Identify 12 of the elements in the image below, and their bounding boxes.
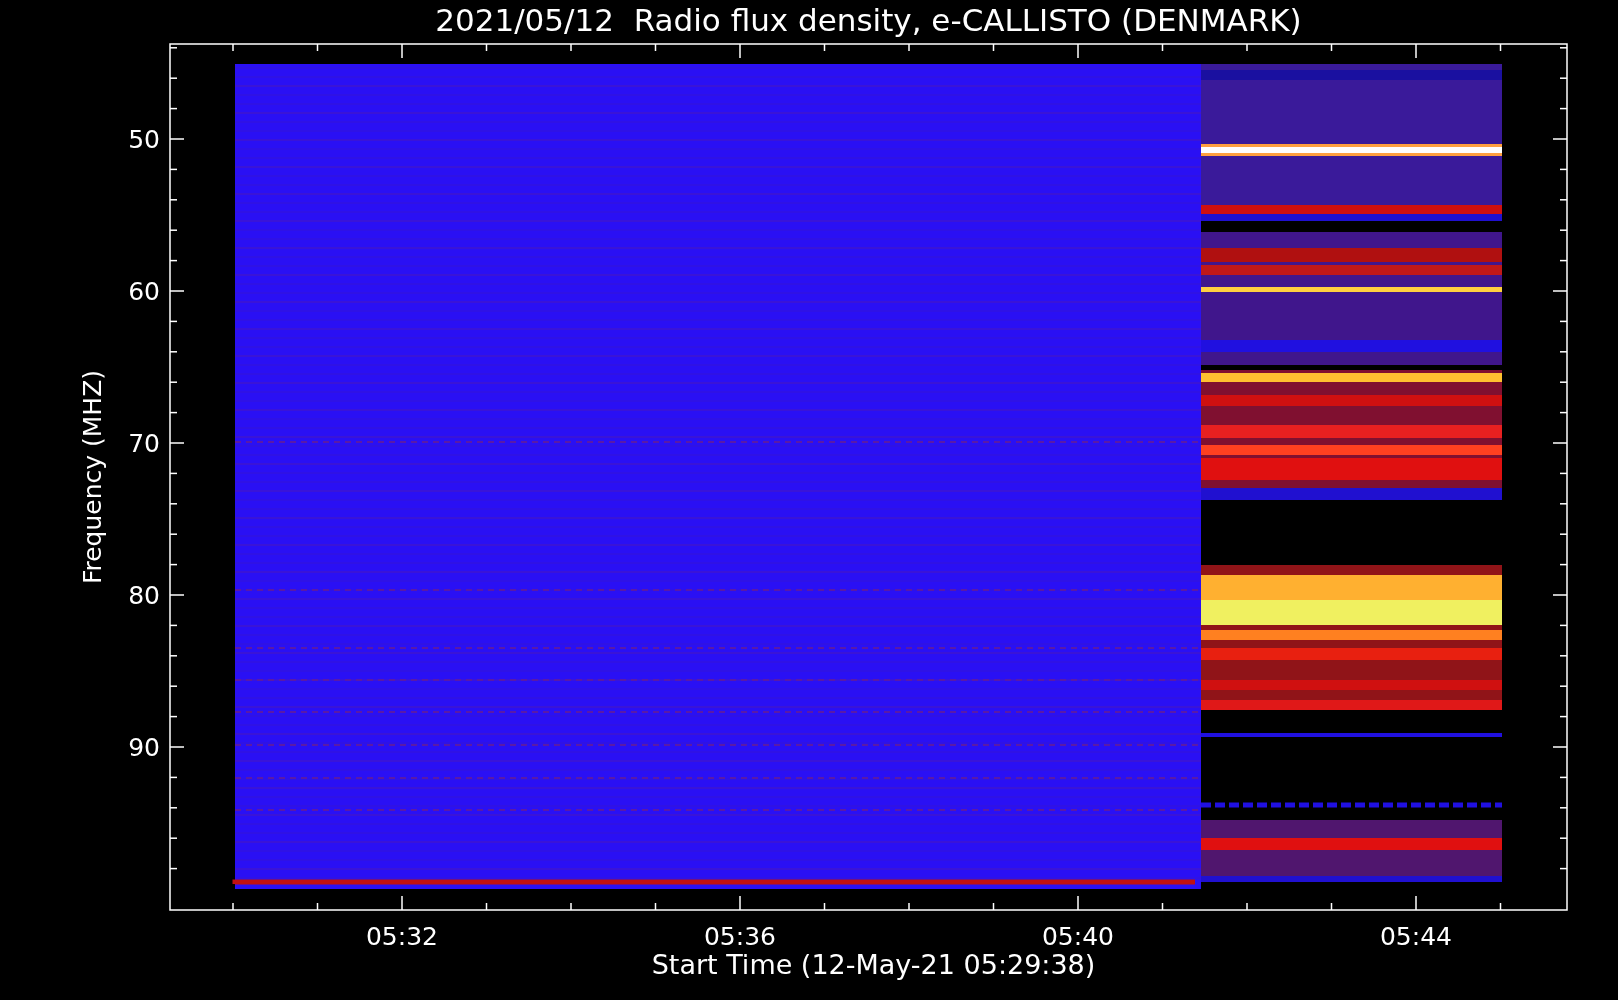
tick-label: 05:44 (1380, 922, 1452, 951)
tick-label: 80 (128, 581, 160, 610)
axis-label: Start Time (12-May-21 05:29:38) (651, 949, 1096, 980)
axis-label: Frequency (MHZ) (78, 369, 107, 585)
tick-label: 05:36 (704, 922, 776, 951)
tick-label: 05:40 (1042, 922, 1114, 951)
tick-label: 60 (128, 277, 160, 306)
plot-title: 2021/05/12 Radio flux density, e-CALLISTO (DENMARK) (435, 2, 1302, 38)
tick-label: 50 (128, 125, 160, 154)
tick-label: 70 (128, 429, 160, 458)
tick-label: 05:32 (366, 922, 438, 951)
tick-label: 90 (128, 733, 160, 762)
